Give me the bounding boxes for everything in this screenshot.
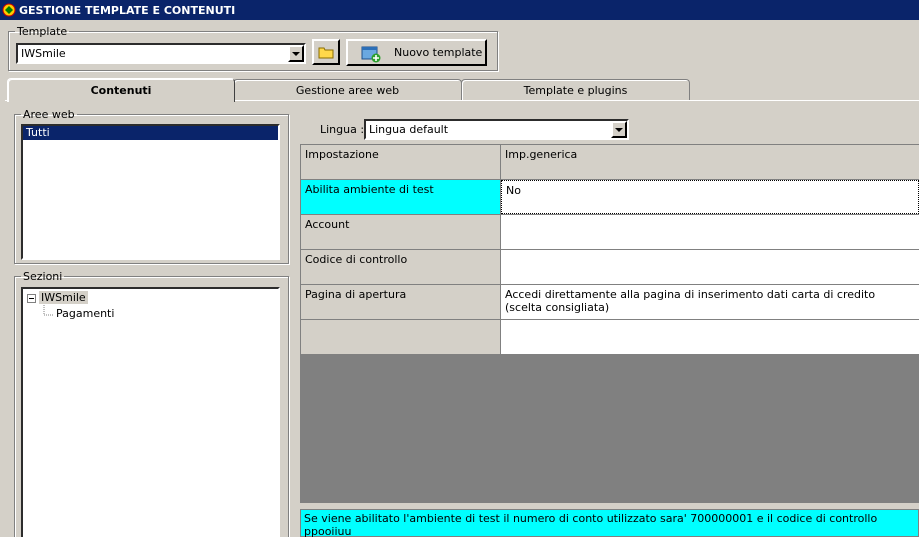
tree-collapse-icon[interactable] [27, 294, 36, 303]
header-imp-generica: Imp.generica [501, 145, 919, 179]
template-group-label: Template [17, 25, 68, 38]
open-folder-button[interactable] [312, 39, 340, 65]
setting-name [301, 320, 501, 354]
table-row[interactable]: Account [301, 215, 919, 250]
table-row[interactable]: Codice di controllo [301, 250, 919, 285]
info-text: Se viene abilitato l'ambiente di test il… [304, 512, 878, 537]
new-template-label: Nuovo template [394, 46, 483, 59]
template-select[interactable]: IWSmile [16, 43, 306, 64]
setting-value[interactable] [501, 320, 919, 354]
grid-empty-area [300, 355, 919, 503]
sezioni-tree[interactable]: IWSmile Pagamenti [21, 287, 280, 537]
tab-gestione-aree-web[interactable]: Gestione aree web [233, 79, 462, 100]
list-item[interactable]: Tutti [23, 126, 278, 140]
tab-template-e-plugins[interactable]: Template e plugins [461, 79, 690, 100]
tree-item-pagamenti[interactable]: Pagamenti [56, 307, 114, 320]
folder-icon [318, 47, 334, 59]
add-template-icon [361, 46, 381, 62]
setting-value[interactable] [501, 250, 919, 284]
chevron-down-icon[interactable] [611, 121, 627, 138]
lingua-select[interactable]: Lingua default [364, 119, 629, 140]
setting-name: Abilita ambiente di test [301, 180, 501, 214]
window-title: GESTIONE TEMPLATE E CONTENUTI [19, 3, 236, 17]
tab-label: Contenuti [90, 84, 152, 97]
lingua-label: Lingua : [320, 123, 365, 136]
setting-value[interactable]: Accedi direttamente alla pagina di inser… [501, 285, 919, 319]
sezioni-label: Sezioni [23, 270, 63, 283]
setting-name: Account [301, 215, 501, 249]
table-row[interactable]: Pagina di apertura Accedi direttamente a… [301, 285, 919, 320]
setting-name: Pagina di apertura [301, 285, 501, 319]
info-bar: Se viene abilitato l'ambiente di test il… [300, 509, 919, 537]
setting-value[interactable] [501, 215, 919, 249]
settings-grid: Impostazione Imp.generica Abilita ambien… [300, 144, 919, 355]
tree-item-label: Pagamenti [56, 307, 115, 320]
tree-item-label: IWSmile [41, 291, 86, 304]
setting-value[interactable]: No [501, 180, 919, 214]
tab-label: Gestione aree web [295, 83, 400, 97]
grid-header-row: Impostazione Imp.generica [301, 145, 919, 180]
template-select-value: IWSmile [21, 47, 66, 60]
new-template-button[interactable]: Nuovo template [346, 39, 487, 66]
app-icon [2, 3, 16, 17]
chevron-down-icon[interactable] [288, 45, 304, 62]
lingua-select-value: Lingua default [369, 123, 449, 136]
aree-web-label: Aree web [23, 108, 75, 121]
setting-name: Codice di controllo [301, 250, 501, 284]
tree-item-root[interactable]: IWSmile [39, 291, 88, 304]
tab-label: Template e plugins [523, 83, 628, 97]
table-row[interactable] [301, 320, 919, 355]
tab-contenuti[interactable]: Contenuti [7, 78, 235, 102]
header-impostazione: Impostazione [301, 145, 501, 179]
aree-web-list[interactable]: Tutti [21, 124, 280, 260]
table-row[interactable]: Abilita ambiente di test No [301, 180, 919, 215]
title-bar: GESTIONE TEMPLATE E CONTENUTI [0, 0, 919, 20]
